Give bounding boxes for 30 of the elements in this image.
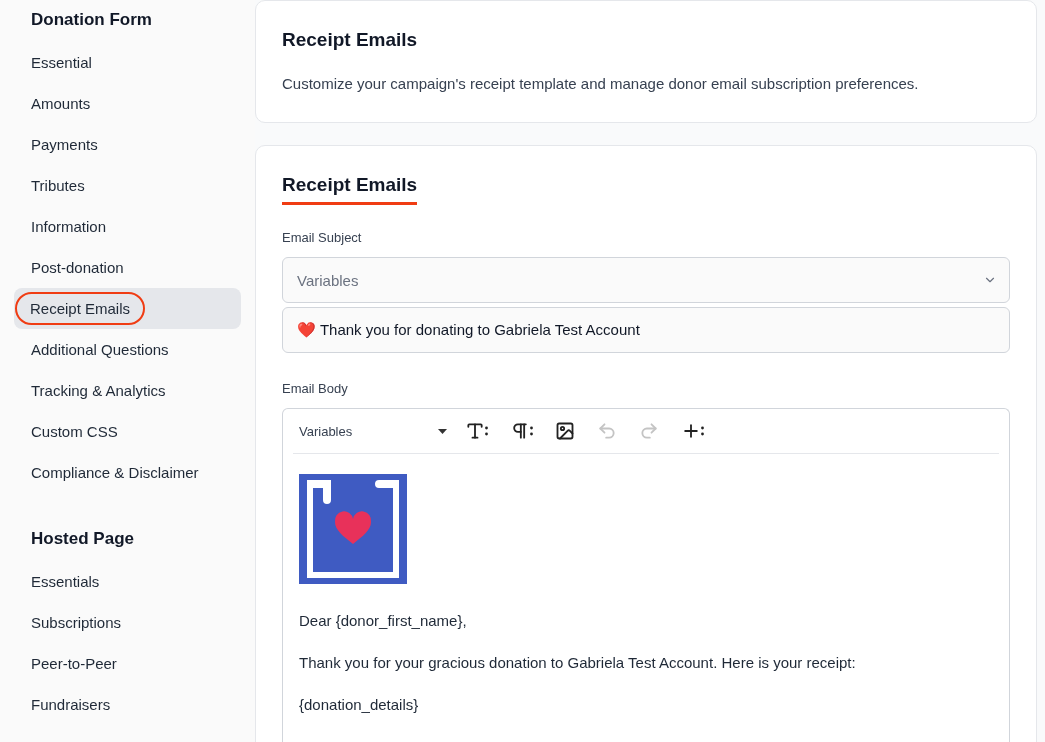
sidebar-item[interactable]: Subscriptions [14, 602, 241, 643]
body-paragraph: Dear {donor_first_name}, [299, 612, 468, 629]
sidebar-item[interactable]: Essentials [14, 561, 241, 602]
sidebar-item[interactable]: Fundraisers [14, 684, 241, 725]
body-paragraph: Thank you for your gracious donation to Gabriela Test Account. Here is your receipt: [299, 654, 857, 671]
section-tab[interactable]: Receipt Emails [282, 174, 418, 205]
variables-select[interactable]: Variables [282, 257, 1010, 303]
sidebar-item[interactable]: Additional Questions [14, 329, 241, 370]
field-label: Email Subject [282, 230, 363, 245]
variables-dropdown[interactable]: Variables [299, 423, 447, 439]
section-title: Hosted Page [30, 528, 135, 550]
subject-field[interactable]: ❤ Thank you for donating to Gabriela Test Account [282, 307, 1010, 353]
caret-icon [438, 428, 447, 434]
section-title: Donation Form [30, 9, 153, 31]
card-description: Customize your campaign's receipt template and manage donor email subscription preferences. [282, 75, 920, 92]
sidebar-item[interactable]: Tributes [14, 165, 241, 206]
sidebar-item[interactable]: Amounts [14, 83, 241, 124]
sidebar-item[interactable]: Tracking & Analytics [14, 370, 241, 411]
body-paragraph: {donation_details} [299, 696, 420, 713]
field-label: Email Body [282, 381, 349, 396]
sidebar-item[interactable]: Payments [14, 124, 241, 165]
sidebar-item[interactable]: Receipt Emails [14, 288, 241, 329]
email-body-editor[interactable]: Variables Dear {donor_first_name}, Thank you for your gracious donation to Gabriela Test Account. Here is your receipt: {donation_details} [282, 408, 1010, 742]
sidebar-item[interactable]: Post-donation [14, 247, 241, 288]
sidebar-item[interactable]: Custom CSS [14, 411, 241, 452]
sidebar-item[interactable]: Compliance & Disclaimer [14, 452, 241, 493]
sidebar-item[interactable]: Information [14, 206, 241, 247]
sidebar-item[interactable]: Essential [14, 42, 241, 83]
sidebar-item[interactable]: Peer-to-Peer [14, 643, 241, 684]
card-title: Receipt Emails [282, 29, 419, 51]
